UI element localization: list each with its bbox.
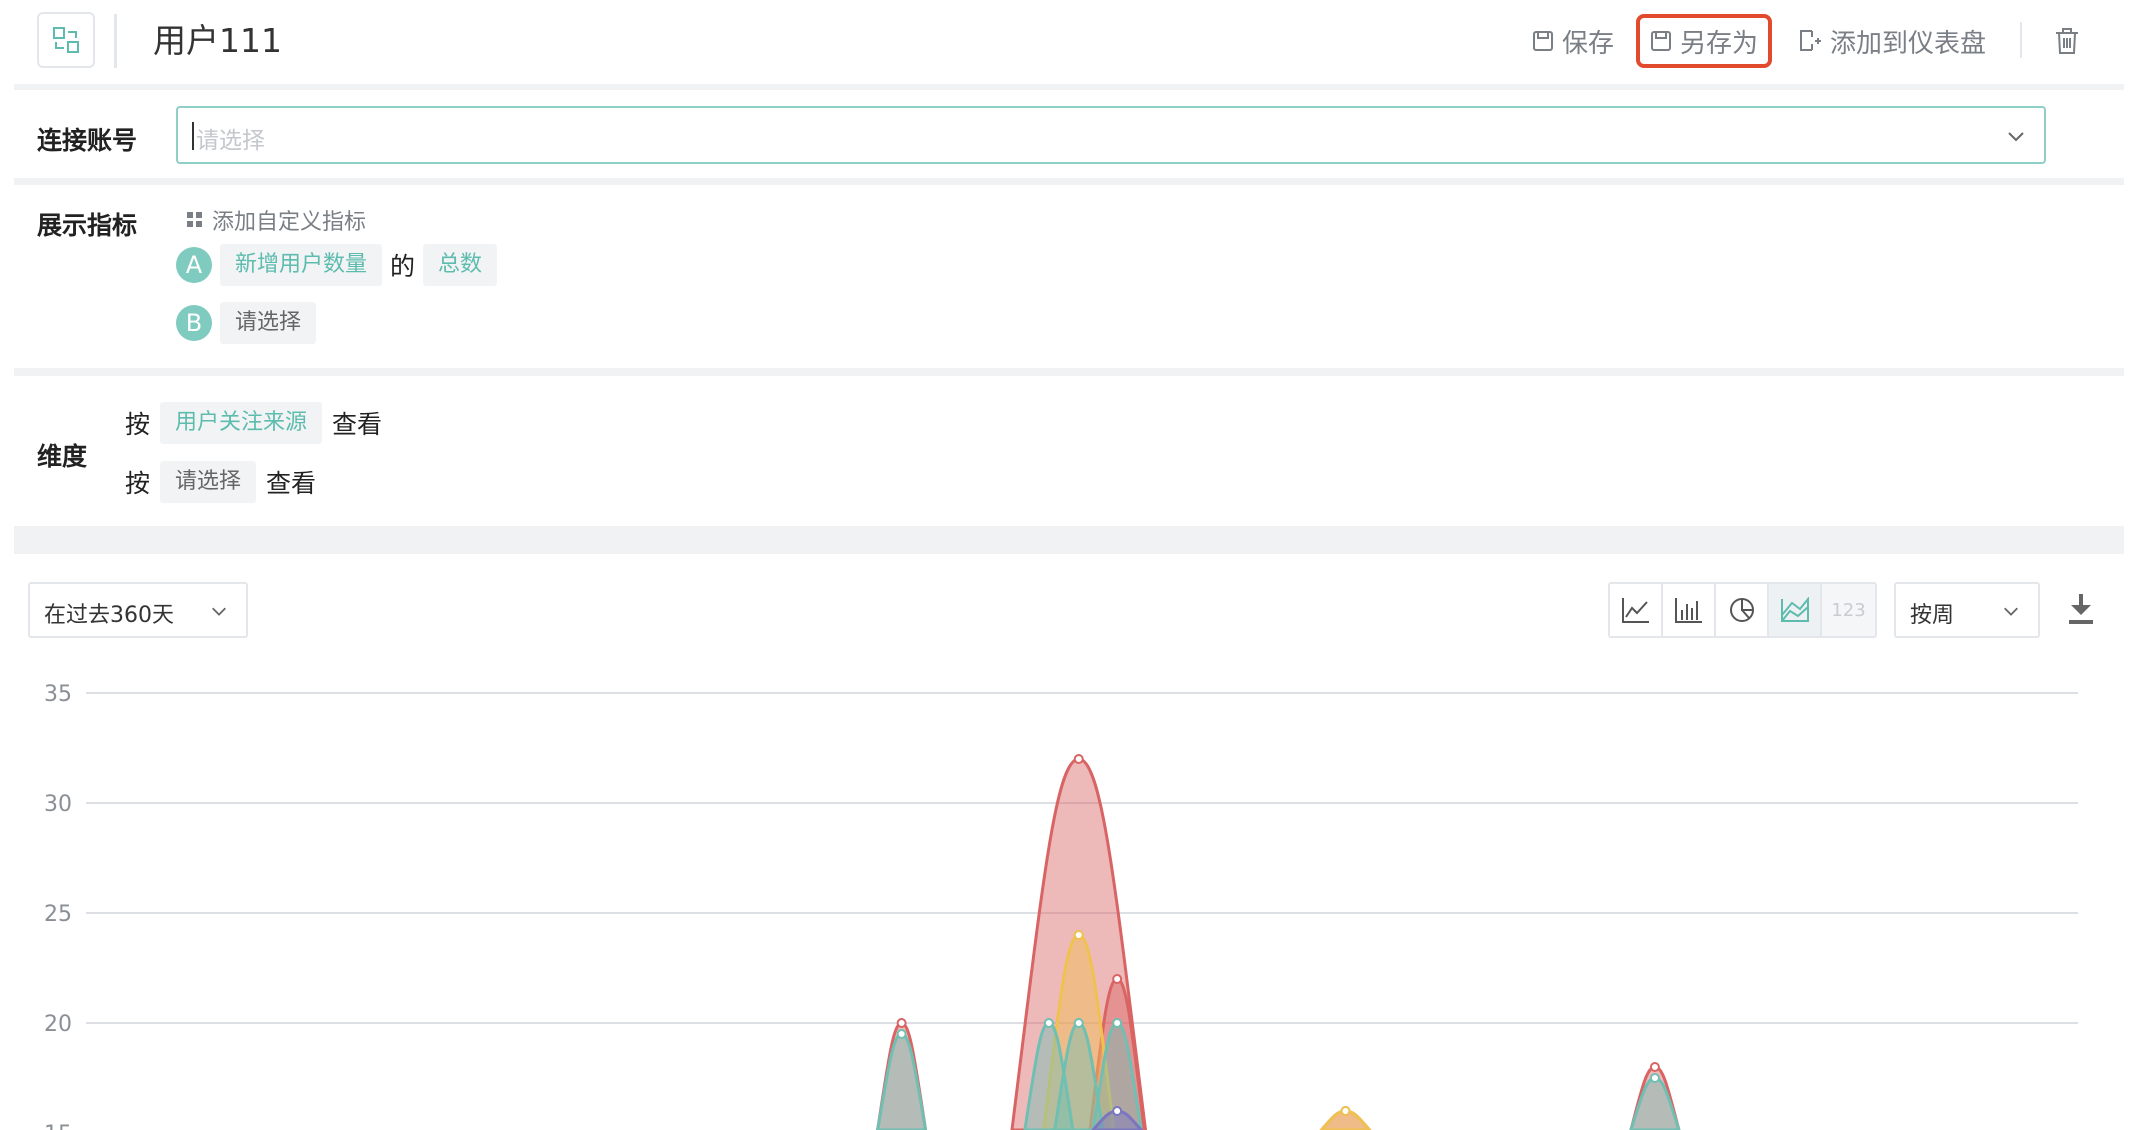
dimension-prefix: 按 (125, 410, 151, 439)
dimension-row: 按 用户关注来源 查看 (125, 402, 382, 444)
app-switch-button[interactable] (37, 12, 95, 68)
metrics-label: 展示指标 (37, 211, 138, 240)
y-tick-label: 20 (44, 1012, 72, 1037)
area-chart: 35 30 25 20 15 (44, 682, 2078, 1130)
metric-connector: 的 (390, 252, 416, 281)
save-button[interactable]: 保存 (1522, 14, 1624, 68)
line-chart-icon (1621, 598, 1649, 623)
metric-field-select[interactable]: 请选择 (220, 302, 317, 344)
save-as-button[interactable]: 另存为 (1636, 14, 1773, 68)
metric-row-b: B 请选择 (176, 302, 317, 344)
add-dashboard-icon (1800, 30, 1821, 51)
save-icon (1533, 31, 1553, 51)
data-point[interactable] (896, 1029, 907, 1039)
data-point[interactable] (896, 1018, 907, 1028)
delete-button[interactable] (2044, 14, 2090, 68)
y-tick-label: 30 (44, 792, 72, 817)
section-separator (14, 368, 2124, 376)
dimension-select[interactable]: 用户关注来源 (160, 402, 323, 444)
data-point[interactable] (1112, 1018, 1123, 1028)
area-chart-button[interactable] (1769, 584, 1822, 636)
trash-icon (2056, 28, 2078, 54)
save-as-icon (1651, 31, 1671, 51)
section-separator (14, 178, 2124, 185)
connection-select[interactable]: 请选择 (176, 106, 2046, 164)
add-to-dashboard-button[interactable]: 添加到仪表盘 (1788, 14, 1996, 68)
series-area (876, 1032, 928, 1130)
dimension-select[interactable]: 请选择 (160, 461, 257, 503)
connection-label: 连接账号 (37, 126, 138, 155)
chart-series-group (876, 754, 1681, 1130)
pie-chart-icon (1729, 598, 1754, 622)
period-select[interactable]: 按周 (1894, 582, 2040, 638)
period-label: 按周 (1910, 603, 1955, 628)
add-custom-metric-label: 添加自定义指标 (212, 210, 367, 235)
metric-aggregation-select[interactable]: 总数 (423, 244, 498, 286)
pie-chart-button[interactable] (1716, 584, 1769, 636)
dimension-suffix: 查看 (332, 410, 383, 439)
area-chart-icon (1780, 597, 1809, 622)
data-point[interactable] (1073, 1018, 1084, 1028)
chevron-down-icon (2008, 132, 2024, 142)
section-separator (14, 84, 2124, 90)
header-divider-right (2020, 22, 2022, 58)
page-title: 用户111 (153, 21, 282, 60)
y-tick-label: 25 (44, 902, 72, 927)
section-separator (14, 526, 2124, 554)
save-label: 保存 (1562, 28, 1615, 59)
data-point[interactable] (1043, 1018, 1054, 1028)
bar-chart-button[interactable] (1663, 584, 1716, 636)
grid-icon (187, 212, 202, 227)
switch-icon (53, 27, 79, 53)
date-range-label: 在过去360天 (44, 603, 174, 628)
chevron-down-icon (212, 607, 226, 616)
bar-chart-icon (1674, 598, 1702, 623)
data-point[interactable] (1649, 1062, 1660, 1072)
text-caret (192, 122, 194, 150)
add-custom-metric-button[interactable]: 添加自定义指标 (186, 204, 366, 236)
series-area (1629, 1076, 1681, 1130)
metric-row-a: A 新增用户数量 的 总数 (176, 244, 498, 286)
add-dashboard-label: 添加到仪表盘 (1830, 28, 1987, 59)
date-range-select[interactable]: 在过去360天 (28, 582, 248, 638)
header-divider (114, 14, 117, 68)
y-tick-label: 35 (44, 682, 72, 707)
data-point[interactable] (1649, 1073, 1660, 1083)
chevron-down-icon (2004, 607, 2018, 616)
dimension-prefix: 按 (125, 469, 151, 498)
y-tick-label: 15 (44, 1122, 72, 1130)
number-chart-button[interactable]: 123 (1822, 584, 1875, 636)
data-point[interactable] (1073, 754, 1084, 764)
data-point[interactable] (1112, 1106, 1123, 1116)
metric-letter-badge: B (176, 305, 212, 341)
line-chart-button[interactable] (1610, 584, 1663, 636)
download-icon (2069, 594, 2093, 624)
metric-letter-badge: A (176, 247, 212, 283)
dimension-suffix: 查看 (266, 469, 317, 498)
dimension-label: 维度 (37, 442, 88, 471)
chart-type-switcher: 123 (1608, 582, 1877, 638)
data-point[interactable] (1340, 1106, 1351, 1116)
connection-placeholder: 请选择 (196, 128, 265, 154)
data-point[interactable] (1112, 974, 1123, 984)
download-button[interactable] (2066, 592, 2096, 630)
save-as-label: 另存为 (1680, 28, 1759, 59)
data-point[interactable] (1073, 930, 1084, 940)
metric-field-select[interactable]: 新增用户数量 (220, 244, 383, 286)
header: 用户111 保存 另存为 添加到仪表盘 (0, 0, 2134, 84)
dimension-row: 按 请选择 查看 (125, 461, 316, 503)
